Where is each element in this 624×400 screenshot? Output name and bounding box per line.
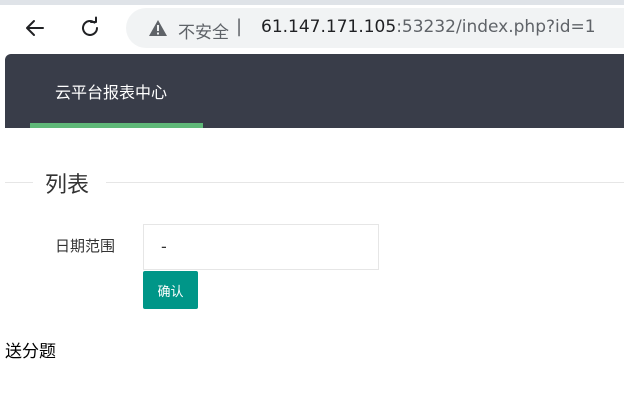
address-divider: | [236,16,243,37]
date-range-input[interactable]: - [143,224,379,270]
nav-item-report-center[interactable]: 云平台报表中心 [30,54,203,128]
fieldset-border-right [106,182,624,183]
address-bar[interactable]: 不安全 | 61.147.171.105:53232/index.php?id=… [126,8,624,48]
reload-icon [82,16,98,36]
nav-item-label: 云平台报表中心 [55,83,168,102]
url-text[interactable]: 61.147.171.105:53232/index.php?id=1 [261,17,596,37]
confirm-button[interactable]: 确认 [143,271,198,309]
app-header: 云平台报表中心 [5,54,624,128]
url-path: :53232/index.php?id=1 [396,17,596,37]
browser-tabstrip-edge [0,0,624,5]
back-button[interactable] [19,12,51,44]
back-arrow-icon [26,20,44,36]
page-text: 送分题 [5,342,56,362]
fieldset-border-left [5,182,33,183]
url-host: 61.147.171.105 [261,17,397,37]
browser-toolbar: 不安全 | 61.147.171.105:53232/index.php?id=… [0,0,624,54]
date-range-label: 日期范围 [55,237,116,255]
nav-active-indicator [30,123,203,128]
list-legend: 列表 [43,167,92,199]
reload-button[interactable] [74,12,106,44]
warning-icon[interactable] [148,19,168,37]
security-status-label[interactable]: 不安全 [178,18,229,43]
